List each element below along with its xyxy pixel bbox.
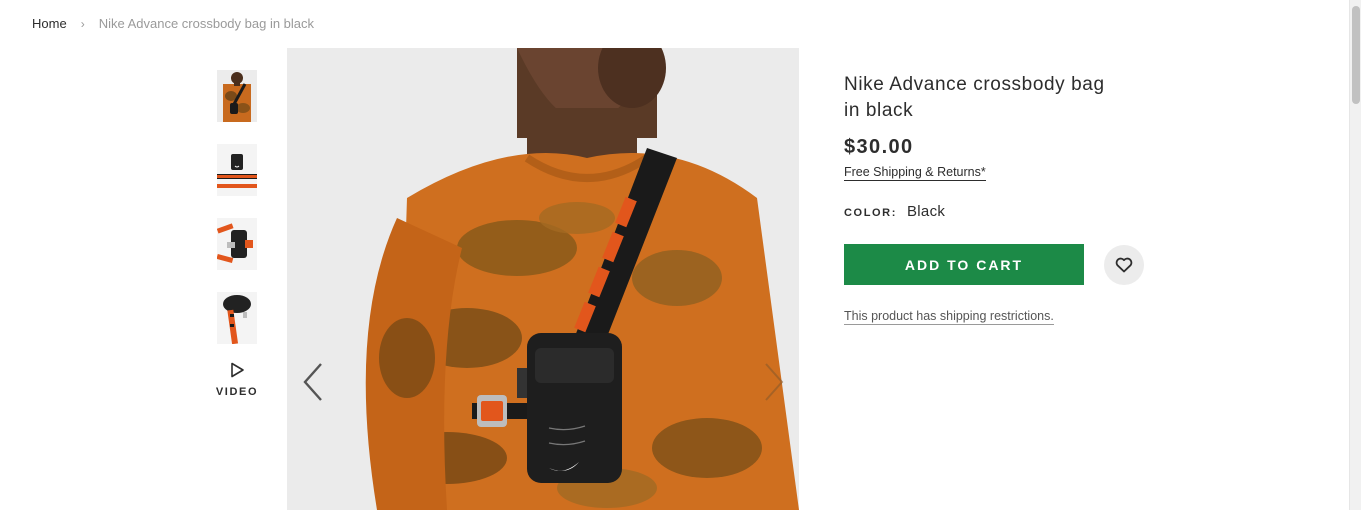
chevron-right-icon xyxy=(765,363,784,401)
heart-icon xyxy=(1115,257,1133,272)
thumbnail-4[interactable] xyxy=(217,292,257,344)
play-icon xyxy=(231,362,244,378)
color-label: COLOR: xyxy=(844,207,897,219)
next-image-button[interactable] xyxy=(760,360,790,404)
main-product-image xyxy=(287,48,799,510)
product-info: Nike Advance crossbody bag in black $30.… xyxy=(844,72,1144,325)
thumbnail-1[interactable] xyxy=(217,70,257,122)
scrollbar-thumb[interactable] xyxy=(1352,6,1360,104)
breadcrumb: Home › Nike Advance crossbody bag in bla… xyxy=(32,16,314,31)
breadcrumb-home-link[interactable]: Home xyxy=(32,16,67,31)
product-price: $30.00 xyxy=(844,136,914,158)
wishlist-button[interactable] xyxy=(1104,244,1144,285)
color-value: Black xyxy=(906,203,946,220)
thumbnail-2[interactable] xyxy=(217,144,257,196)
cart-row: ADD TO CART xyxy=(844,244,1144,285)
product-title: Nike Advance crossbody bag in black xyxy=(844,74,1105,121)
video-button[interactable]: VIDEO xyxy=(207,362,267,398)
breadcrumb-separator: › xyxy=(80,16,85,31)
thumbnail-list xyxy=(217,70,257,366)
add-to-cart-button[interactable]: ADD TO CART xyxy=(844,244,1084,285)
page-scrollbar[interactable] xyxy=(1349,0,1361,510)
chevron-left-icon xyxy=(303,363,322,401)
color-row: COLOR: Black xyxy=(844,203,1144,220)
prev-image-button[interactable] xyxy=(297,360,327,404)
video-label: VIDEO xyxy=(215,386,259,398)
free-shipping-link[interactable]: Free Shipping & Returns* xyxy=(844,165,986,181)
breadcrumb-current: Nike Advance crossbody bag in black xyxy=(98,16,315,31)
thumbnail-3[interactable] xyxy=(217,218,257,270)
shipping-restrictions-link[interactable]: This product has shipping restrictions. xyxy=(844,309,1054,325)
